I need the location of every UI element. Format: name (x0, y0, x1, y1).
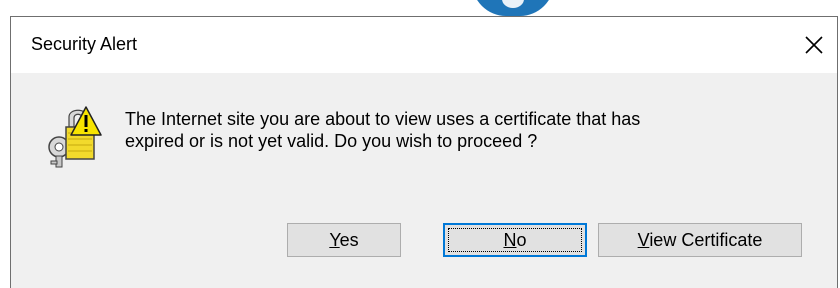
view-certificate-button-label: View Certificate (638, 230, 763, 251)
screen: Security Alert The Internet site you are… (0, 0, 840, 288)
alert-message-line-1: The Internet site you are about to view … (125, 109, 641, 129)
no-button[interactable]: No (443, 223, 587, 257)
warning-lock-icon (48, 106, 102, 168)
background-app-fragment (472, 0, 554, 16)
alert-message: The Internet site you are about to view … (125, 108, 785, 152)
title-bar: Security Alert (11, 17, 837, 73)
no-button-mnemonic: N (503, 229, 517, 250)
yes-button-mnemonic: Y (329, 229, 340, 250)
dialog-title: Security Alert (31, 34, 138, 54)
yes-button-label: Yes (329, 230, 358, 251)
security-alert-dialog: Security Alert The Internet site you are… (10, 16, 838, 288)
close-icon (805, 36, 823, 54)
yes-button-label-rest: es (339, 229, 359, 250)
yes-button[interactable]: Yes (287, 223, 401, 257)
view-certificate-button-label-rest: iew Certificate (649, 229, 763, 250)
no-button-label: No (503, 230, 526, 251)
no-button-label-rest: o (516, 229, 527, 250)
close-button[interactable] (791, 17, 837, 73)
alert-message-line-2: expired or is not yet valid. Do you wish… (125, 131, 538, 151)
view-certificate-button-mnemonic: V (637, 229, 650, 250)
view-certificate-button[interactable]: View Certificate (598, 223, 802, 257)
